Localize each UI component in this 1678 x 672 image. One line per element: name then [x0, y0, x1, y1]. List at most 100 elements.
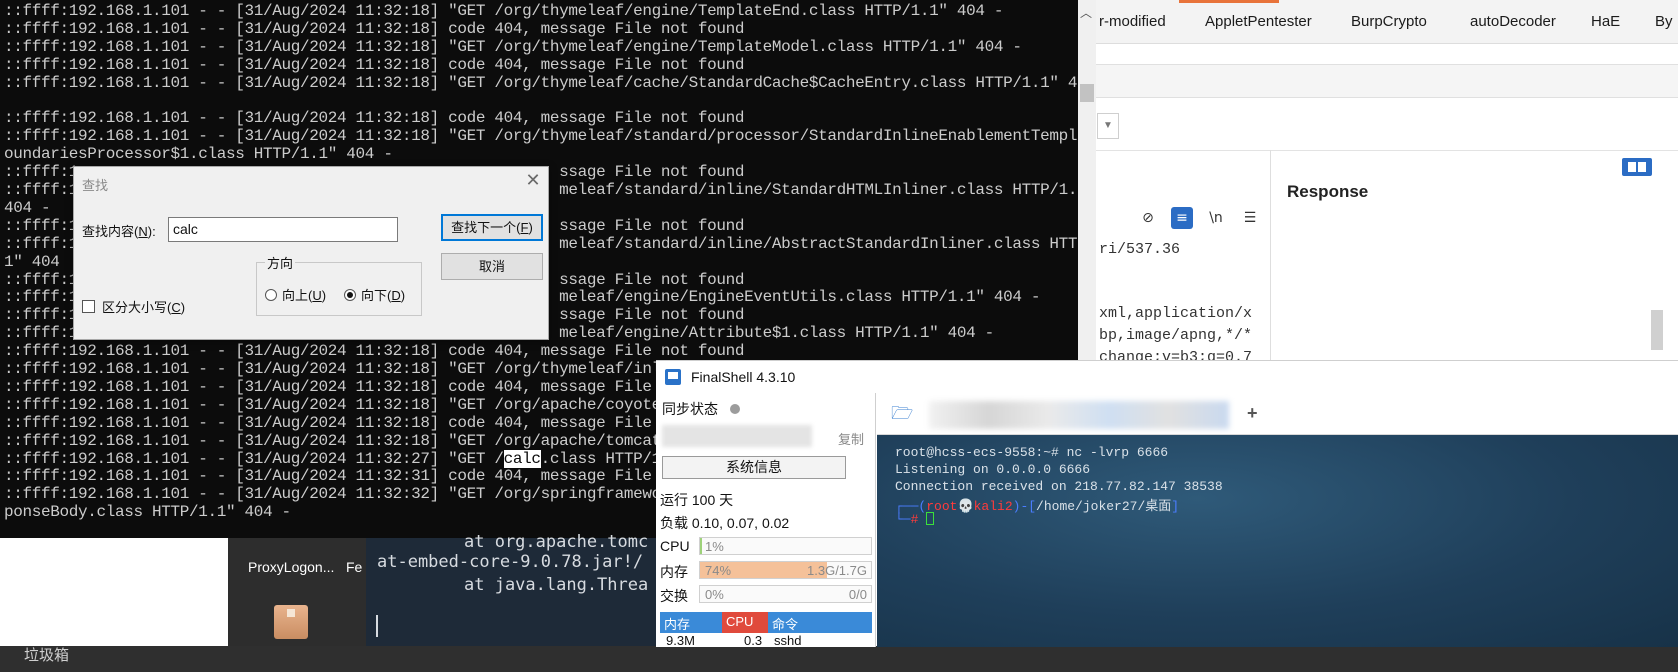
console-line: ::ffff:192.168.1.101 - - [31/Aug/2024 11…	[4, 73, 1078, 92]
row-memory: 9.3M	[666, 633, 695, 647]
column-command[interactable]: 命令	[772, 614, 798, 633]
pretty-print-icon[interactable]: ≡	[1171, 207, 1193, 229]
swap-value: 0/0	[848, 587, 867, 602]
session-tab-bar: 🗁 +	[877, 393, 1678, 435]
tab-autodecoder[interactable]: autoDecoder	[1470, 13, 1556, 30]
uptime: 运行 100 天	[660, 492, 734, 508]
row-cpu: 0.3	[744, 633, 763, 647]
console-line: ::ffff:192.168.1.101 - - [31/Aug/2024 11…	[4, 342, 745, 361]
terminal-line: Listening on 0.0.0.0 6666	[895, 462, 1091, 477]
process-table-header: 内存 CPU 命令	[660, 612, 872, 633]
text-cursor	[376, 615, 378, 637]
active-tab-indicator	[1179, 0, 1279, 3]
cmd-scrollbar[interactable]: ︿	[1076, 0, 1096, 360]
console-line: ::ffff:192.168.1.101 - - [31/Aug/2024 11…	[4, 109, 745, 128]
console-line: 404 -	[4, 198, 51, 217]
radio-down[interactable]	[344, 289, 356, 301]
cpu-label: CPU	[660, 538, 690, 554]
code-line: at org.apache.tomc	[464, 532, 649, 552]
cpu-percent: 1%	[705, 539, 724, 554]
direction-label: 方向	[265, 253, 296, 272]
console-line: 1" 404	[4, 252, 60, 271]
cpu-bar: 1%	[699, 537, 872, 555]
radio-up-label[interactable]: 向上(U)	[282, 285, 326, 304]
trash-label[interactable]: 垃圾箱	[24, 644, 69, 665]
column-cpu[interactable]: CPU	[726, 614, 753, 629]
request-body-line: ri/537.36	[1099, 241, 1181, 258]
code-line: at java.lang.Threa	[464, 575, 649, 595]
desktop-icon-fe[interactable]: Fe	[346, 559, 362, 575]
close-icon[interactable]: ✕	[522, 170, 544, 192]
titlebar[interactable]: FinalShell 4.3.10	[656, 361, 1678, 393]
desktop-icon-proxylogon[interactable]: ProxyLogon...	[248, 559, 334, 575]
cpu-bar-fill	[700, 538, 702, 554]
menu-icon[interactable]: ☰	[1239, 207, 1261, 229]
memory-bar: 74% 1.3G/1.7G	[699, 561, 872, 579]
find-dialog: 查找 ✕ 查找内容(N): calc 查找下一个(F) 取消 方向 向上(U) …	[73, 166, 549, 340]
console-line: ::ffff:192.168.1.101 - - [31/Aug/2024 11…	[4, 127, 1078, 146]
find-input[interactable]: calc	[168, 217, 398, 242]
pane-divider[interactable]	[1270, 150, 1271, 360]
add-tab-icon[interactable]: +	[1247, 403, 1258, 424]
direction-group: 方向 向上(U) 向下(D)	[256, 253, 422, 316]
match-case-checkbox[interactable]	[82, 300, 95, 313]
column-memory[interactable]: 内存	[664, 614, 690, 633]
redacted-host	[662, 425, 812, 447]
swap-percent: 0%	[705, 587, 724, 602]
load-average: 负载 0.10, 0.07, 0.02	[660, 515, 790, 531]
terminal[interactable]: root@hcss-ecs-9558:~# nc -lvrp 6666 List…	[877, 435, 1678, 647]
tab-r-modified[interactable]: r-modified	[1099, 13, 1166, 30]
memory-label: 内存	[660, 564, 688, 580]
code-editor-area: at org.apache.tomc at-embed-core-9.0.78.…	[366, 532, 656, 646]
burp-extension-tabs: r-modified AppletPentester BurpCrypto au…	[1095, 0, 1678, 44]
console-line-calc: ::ffff:192.168.1.101 - - [31/Aug/2024 11…	[4, 449, 680, 468]
radio-up[interactable]	[265, 289, 277, 301]
console-line: ponseBody.class HTTP/1.1" 404 -	[4, 503, 291, 522]
terminal-prompt-line2: └─#	[895, 512, 935, 527]
console-line: ::ffff:192.168.1.101 - - [31/Aug/2024 11…	[4, 37, 1022, 56]
console-line: ::ffff:192.168.1.101 - - [31/Aug/2024 11…	[4, 413, 680, 432]
divider	[1095, 150, 1678, 151]
burp-toolbar	[1095, 64, 1678, 98]
window-title: FinalShell 4.3.10	[691, 369, 796, 385]
console-line: oundariesProcessor$1.class HTTP/1.1" 404…	[4, 145, 393, 164]
scrollbar[interactable]	[1651, 310, 1663, 350]
folder-icon[interactable]: 🗁	[891, 405, 915, 423]
swap-bar: 0% 0/0	[699, 585, 872, 603]
tab-by[interactable]: By	[1655, 13, 1673, 30]
console-line: ::ffff:192.168.1.101 - - [31/Aug/2024 11…	[4, 467, 680, 486]
dialog-title: 查找	[82, 178, 109, 193]
memory-percent: 74%	[705, 563, 732, 578]
layout-toggle-icon[interactable]	[1622, 158, 1652, 176]
console-line: ::ffff:192.168.1.101 - - [31/Aug/2024 11…	[4, 19, 745, 38]
console-line: ::ffff:192.168.1.101 - - [31/Aug/2024 11…	[4, 395, 680, 414]
console-line: ::ffff:192.168.1.101 - - [31/Aug/2024 11…	[4, 55, 745, 74]
tab-appletpentester[interactable]: AppletPentester	[1205, 13, 1312, 30]
copy-button[interactable]: 复制	[838, 429, 864, 448]
message-editor-toolbar: ⊘ ≡ \n ☰	[1137, 206, 1261, 230]
row-command: sshd	[774, 633, 802, 647]
tab-hae[interactable]: HaE	[1591, 13, 1620, 30]
redacted-session-tabs[interactable]	[929, 401, 1229, 429]
chevron-up-icon[interactable]: ︿	[1080, 4, 1092, 21]
console-line: ::ffff:192.168.1.101 - - [31/Aug/2024 11…	[4, 2, 1004, 20]
console-line: ::ffff:192.168.1.101 - - [31/Aug/2024 11…	[4, 360, 680, 378]
newline-icon[interactable]: \n	[1205, 207, 1227, 229]
find-next-button[interactable]: 查找下一个(F)	[441, 214, 543, 241]
terminal-prompt: ┌──(root💀kali2)-[/home/joker27/桌面]	[895, 499, 1180, 514]
package-icon[interactable]	[274, 605, 308, 639]
console-line: ::ffff:192.168.1.101 - - [31/Aug/2024 11…	[4, 377, 680, 396]
radio-down-label[interactable]: 向下(D)	[361, 285, 405, 304]
find-what-label: 查找内容(N):	[82, 224, 156, 239]
hide-icon[interactable]: ⊘	[1137, 207, 1159, 229]
table-row[interactable]: 9.3M 0.3 sshd	[660, 633, 872, 647]
cancel-button[interactable]: 取消	[441, 253, 543, 280]
scrollbar-thumb[interactable]	[1080, 84, 1094, 102]
server-status-panel: 同步状态 复制 系统信息 运行 100 天 负载 0.10, 0.07, 0.0…	[656, 393, 876, 647]
dropdown-arrow-icon[interactable]: ▼	[1097, 113, 1119, 139]
match-case-label[interactable]: 区分大小写(C)	[102, 297, 185, 316]
memory-value: 1.3G/1.7G	[807, 563, 867, 578]
desktop-area	[0, 538, 228, 646]
system-info-button[interactable]: 系统信息	[662, 456, 846, 479]
tab-burpcrypto[interactable]: BurpCrypto	[1351, 13, 1427, 30]
